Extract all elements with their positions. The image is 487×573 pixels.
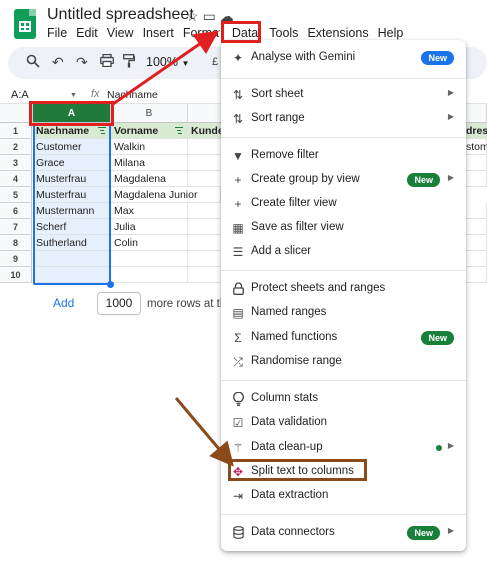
annotation-arrow-red <box>112 30 219 106</box>
annotation-arrows <box>112 30 234 467</box>
annotation-arrow-brown <box>174 397 234 467</box>
